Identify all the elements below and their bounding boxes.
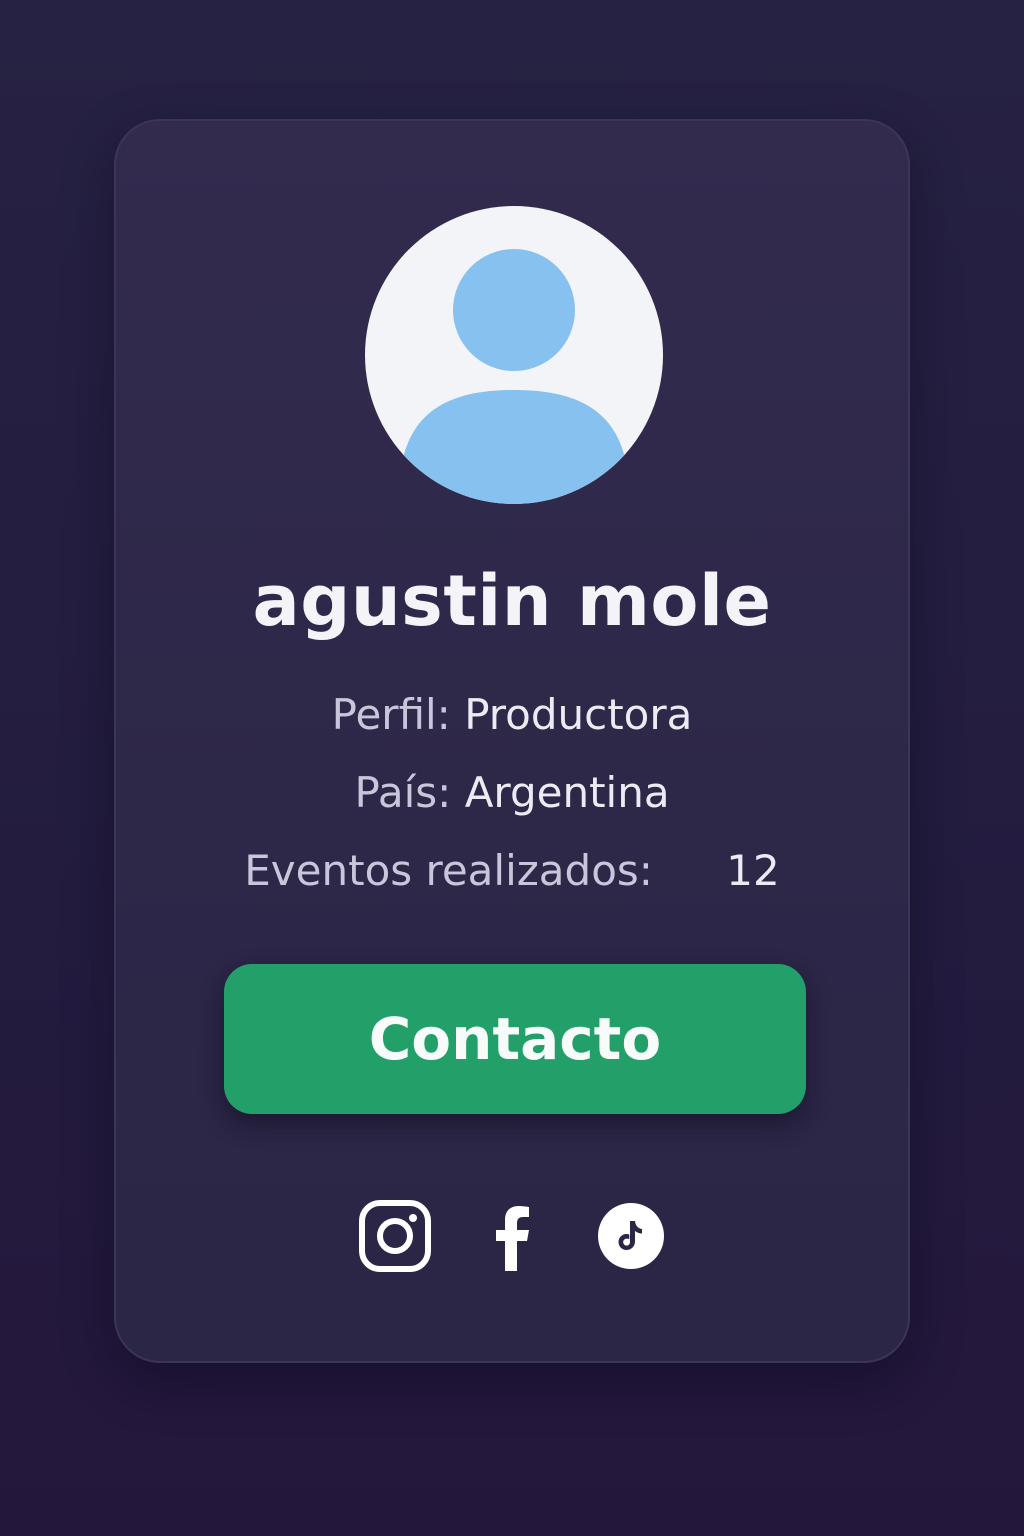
contact-button[interactable]: Contacto xyxy=(224,964,806,1114)
info-row-eventos: Eventos realizados: 12 xyxy=(116,845,908,897)
user-avatar-icon xyxy=(365,206,663,504)
instagram-icon[interactable] xyxy=(358,1199,432,1273)
eventos-value: 12 xyxy=(726,846,780,895)
pais-label: País: xyxy=(354,768,452,817)
social-links xyxy=(116,1199,908,1273)
profile-card: agustin mole Perfil: Productora País: Ar… xyxy=(114,119,910,1363)
info-row-perfil: Perfil: Productora xyxy=(116,689,908,741)
perfil-value: Productora xyxy=(464,690,693,739)
facebook-icon[interactable] xyxy=(476,1199,550,1273)
info-row-pais: País: Argentina xyxy=(116,767,908,819)
pais-value: Argentina xyxy=(464,768,670,817)
perfil-label: Perfil: xyxy=(331,690,451,739)
profile-name: agustin mole xyxy=(252,560,772,642)
eventos-label: Eventos realizados: xyxy=(244,846,653,895)
tiktok-icon[interactable] xyxy=(594,1199,668,1273)
